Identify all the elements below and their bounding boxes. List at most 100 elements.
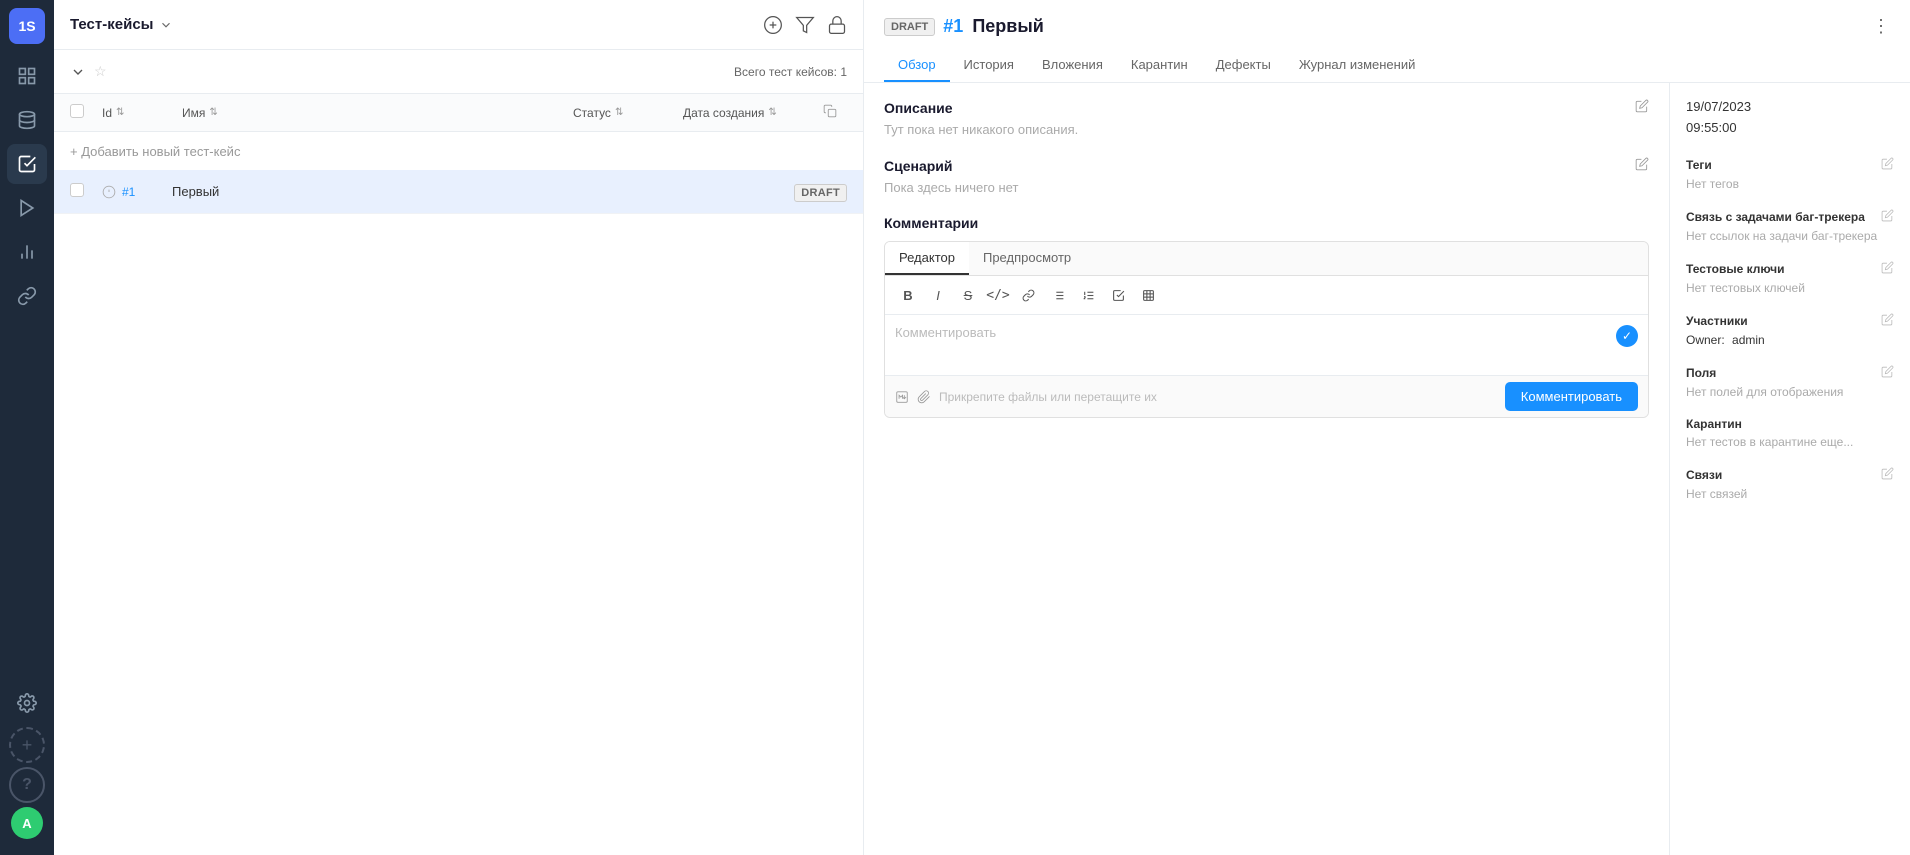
sidebar-item-testcases[interactable] [7, 144, 47, 184]
comment-editor: Редактор Предпросмотр B I S </> [884, 241, 1649, 418]
row-icons [102, 185, 116, 199]
ordered-list-button[interactable] [1075, 282, 1101, 308]
row-name: Первый [172, 184, 794, 199]
page-title: Тест-кейсы [70, 16, 153, 33]
col-header-status[interactable]: Статус ⇅ [573, 106, 683, 120]
meta-quarantine: Карантин Нет тестов в карантине еще... [1686, 417, 1894, 449]
tab-changelog[interactable]: Журнал изменений [1285, 49, 1430, 82]
sidebar-item-integrations[interactable] [7, 276, 47, 316]
meta-test-keys-value: Нет тестовых ключей [1686, 281, 1894, 295]
sidebar-help-button[interactable]: ? [9, 767, 45, 803]
meta-test-keys: Тестовые ключи Нет тестовых ключей [1686, 261, 1894, 295]
topbar: Тест-кейсы [54, 0, 863, 50]
sort-date-icon: ⇅ [768, 107, 776, 118]
meta-bugtracker-label: Связь с задачами баг-трекера [1686, 209, 1894, 225]
sidebar: 1S [0, 0, 54, 855]
meta-links-value: Нет связей [1686, 487, 1894, 501]
italic-button[interactable]: I [925, 282, 951, 308]
sidebar-item-settings[interactable] [7, 683, 47, 723]
test-keys-edit-icon[interactable] [1881, 261, 1894, 277]
links-edit-icon[interactable] [1881, 467, 1894, 483]
comment-placeholder: Комментировать [895, 325, 996, 340]
tags-edit-icon[interactable] [1881, 157, 1894, 173]
strikethrough-button[interactable]: S [955, 282, 981, 308]
description-edit-icon[interactable] [1635, 99, 1649, 116]
sidebar-item-database[interactable] [7, 100, 47, 140]
topbar-actions [763, 15, 847, 35]
meta-fields-label: Поля [1686, 365, 1894, 381]
scenario-edit-icon[interactable] [1635, 157, 1649, 174]
row-checkbox[interactable] [70, 183, 94, 200]
tab-attachments[interactable]: Вложения [1028, 49, 1117, 82]
filter-icon[interactable] [795, 15, 815, 35]
meta-date: 19/07/202309:55:00 [1686, 97, 1894, 139]
lock-icon[interactable] [827, 15, 847, 35]
tab-defects[interactable]: Дефекты [1202, 49, 1285, 82]
chevron-down-icon[interactable] [159, 18, 173, 32]
description-title: Описание [884, 99, 1649, 116]
right-panel: DRAFT #1 Первый ⋮ Обзор История Вложения… [864, 0, 1910, 855]
meta-tags-value: Нет тегов [1686, 177, 1894, 191]
editor-footer: Прикрепите файлы или перетащите их Комме… [885, 375, 1648, 417]
attach-icon[interactable] [917, 390, 931, 404]
add-icon[interactable] [763, 15, 783, 35]
col-header-id[interactable]: Id ⇅ [102, 106, 182, 120]
editor-tab-editor[interactable]: Редактор [885, 242, 969, 275]
bugtracker-edit-icon[interactable] [1881, 209, 1894, 225]
checklist-button[interactable] [1105, 282, 1131, 308]
row-status-badge: DRAFT [794, 184, 847, 199]
sidebar-item-reports[interactable] [7, 232, 47, 272]
table-button[interactable] [1135, 282, 1161, 308]
meta-fields: Поля Нет полей для отображения [1686, 365, 1894, 399]
tab-history[interactable]: История [950, 49, 1028, 82]
bold-button[interactable]: B [895, 282, 921, 308]
sidebar-item-dashboard[interactable] [7, 56, 47, 96]
meta-links: Связи Нет связей [1686, 467, 1894, 501]
editor-tab-preview[interactable]: Предпросмотр [969, 242, 1085, 275]
detail-title: #1 Первый [943, 16, 1044, 37]
meta-quarantine-value: Нет тестов в карантине еще... [1686, 435, 1894, 449]
collapse-icon[interactable] [70, 64, 86, 80]
favorite-icon[interactable]: ☆ [94, 63, 107, 80]
sort-id-icon: ⇅ [116, 107, 124, 118]
detail-draft-tag: DRAFT [884, 18, 935, 36]
add-row-button[interactable]: + Добавить новый тест-кейс [54, 132, 863, 170]
meta-date-value: 19/07/202309:55:00 [1686, 97, 1894, 139]
row-id: #1 [122, 185, 172, 199]
code-button[interactable]: </> [985, 282, 1011, 308]
col-header-name[interactable]: Имя ⇅ [182, 106, 573, 120]
select-all-checkbox[interactable] [70, 104, 94, 121]
submit-comment-button[interactable]: Комментировать [1505, 382, 1638, 411]
scenario-section: Сценарий Пока здесь ничего нет [884, 157, 1649, 195]
sidebar-add-button[interactable]: + [9, 727, 45, 763]
tab-overview[interactable]: Обзор [884, 49, 950, 82]
fields-edit-icon[interactable] [1881, 365, 1894, 381]
meta-members-label: Участники [1686, 313, 1894, 329]
left-panel: Тест-кейсы [54, 0, 864, 855]
detail-sidebar: 19/07/202309:55:00 Теги [1670, 83, 1910, 855]
col-header-date[interactable]: Дата создания ⇅ [683, 106, 823, 120]
comment-check-icon: ✓ [1616, 325, 1638, 347]
tab-quarantine[interactable]: Карантин [1117, 49, 1202, 82]
comment-input-area[interactable]: Комментировать ✓ [885, 315, 1648, 375]
scenario-title: Сценарий [884, 157, 1649, 174]
table-row[interactable]: #1 Первый DRAFT [54, 170, 863, 214]
description-section: Описание Тут пока нет никакого описания. [884, 99, 1649, 137]
sort-status-icon: ⇅ [615, 107, 623, 118]
meta-links-label: Связи [1686, 467, 1894, 483]
meta-quarantine-label: Карантин [1686, 417, 1894, 431]
avatar[interactable]: A [11, 807, 43, 839]
description-content: Тут пока нет никакого описания. [884, 122, 1649, 137]
sidebar-item-runs[interactable] [7, 188, 47, 228]
bullet-list-button[interactable] [1045, 282, 1071, 308]
total-count: Всего тест кейсов: 1 [734, 65, 847, 79]
detail-tabs: Обзор История Вложения Карантин Дефекты … [884, 49, 1890, 82]
detail-body: Описание Тут пока нет никакого описания. [864, 83, 1910, 855]
detail-menu-icon[interactable]: ⋮ [1872, 16, 1890, 37]
members-edit-icon[interactable] [1881, 313, 1894, 329]
link-button[interactable] [1015, 282, 1041, 308]
editor-toolbar: B I S </> [885, 276, 1648, 315]
editor-footer-right: Комментировать [1505, 382, 1638, 411]
comments-title: Комментарии [884, 215, 1649, 231]
meta-members-value: Owner: admin [1686, 333, 1894, 347]
